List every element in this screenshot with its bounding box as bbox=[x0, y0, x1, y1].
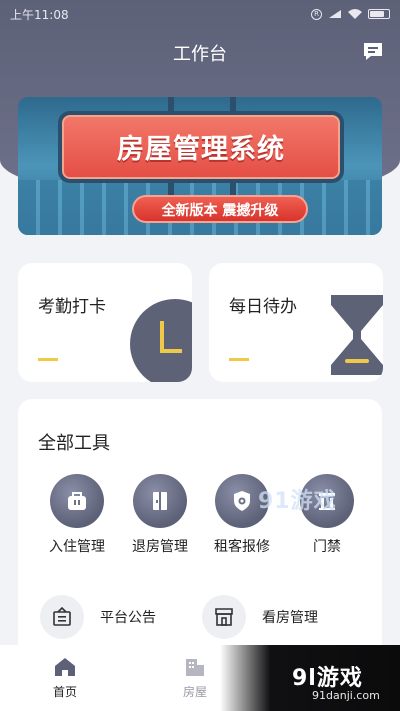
tool-label: 退房管理 bbox=[132, 539, 188, 555]
tool-label: 租客报修 bbox=[214, 539, 270, 555]
tab-label: 房屋 bbox=[182, 685, 207, 699]
battery-icon bbox=[368, 9, 390, 19]
attendance-card[interactable]: 考勤打卡 bbox=[18, 263, 192, 382]
row-label: 看房管理 bbox=[262, 610, 318, 626]
door-icon bbox=[133, 474, 187, 528]
wifi-icon bbox=[348, 9, 362, 19]
hourglass-icon bbox=[331, 295, 383, 375]
tab-label: 首页 bbox=[52, 685, 77, 699]
shop-icon bbox=[202, 595, 246, 639]
signal-icon bbox=[329, 10, 341, 18]
platform-notice-item[interactable]: 平台公告 bbox=[40, 595, 156, 639]
daily-todo-card[interactable]: 每日待办 bbox=[209, 263, 383, 382]
card-accent-dash bbox=[38, 358, 58, 361]
house-viewing-item[interactable]: 看房管理 bbox=[202, 595, 318, 639]
page-title: 工作台 bbox=[173, 44, 227, 65]
banner-pole bbox=[230, 97, 236, 111]
notice-icon bbox=[40, 595, 84, 639]
status-time: 上午11:08 bbox=[10, 7, 69, 22]
promo-banner[interactable]: 房屋管理系统 全新版本 震撼升级 bbox=[18, 97, 382, 235]
card-accent-dash bbox=[229, 358, 249, 361]
status-bar: 上午11:08 R bbox=[0, 0, 400, 28]
tool-check-in[interactable]: 入住管理 bbox=[37, 474, 117, 556]
row-label: 平台公告 bbox=[100, 610, 156, 626]
all-tools-panel: 全部工具 入住管理 退房管理 租客报修 门禁 平台公告 看房管理 bbox=[18, 399, 382, 661]
promo-logo: 9l游戏 bbox=[292, 666, 363, 691]
watermark: 91游戏 bbox=[258, 489, 337, 514]
home-icon bbox=[55, 658, 75, 676]
building-icon bbox=[186, 659, 204, 676]
message-icon[interactable] bbox=[362, 42, 384, 62]
daily-todo-label: 每日待办 bbox=[229, 297, 297, 317]
tool-label: 入住管理 bbox=[49, 539, 105, 555]
tool-label: 门禁 bbox=[313, 539, 341, 555]
banner-main-text: 房屋管理系统 bbox=[117, 134, 285, 165]
clock-icon bbox=[130, 299, 192, 382]
registered-icon: R bbox=[311, 8, 322, 20]
tool-check-out[interactable]: 退房管理 bbox=[120, 474, 200, 556]
tools-title: 全部工具 bbox=[38, 433, 110, 454]
tab-home[interactable]: 首页 bbox=[0, 645, 130, 711]
promo-url: 91danji.com bbox=[312, 689, 380, 702]
attendance-label: 考勤打卡 bbox=[38, 297, 106, 317]
bag-icon bbox=[50, 474, 104, 528]
banner-pole bbox=[168, 97, 174, 111]
banner-sub-text: 全新版本 震撼升级 bbox=[161, 203, 279, 219]
